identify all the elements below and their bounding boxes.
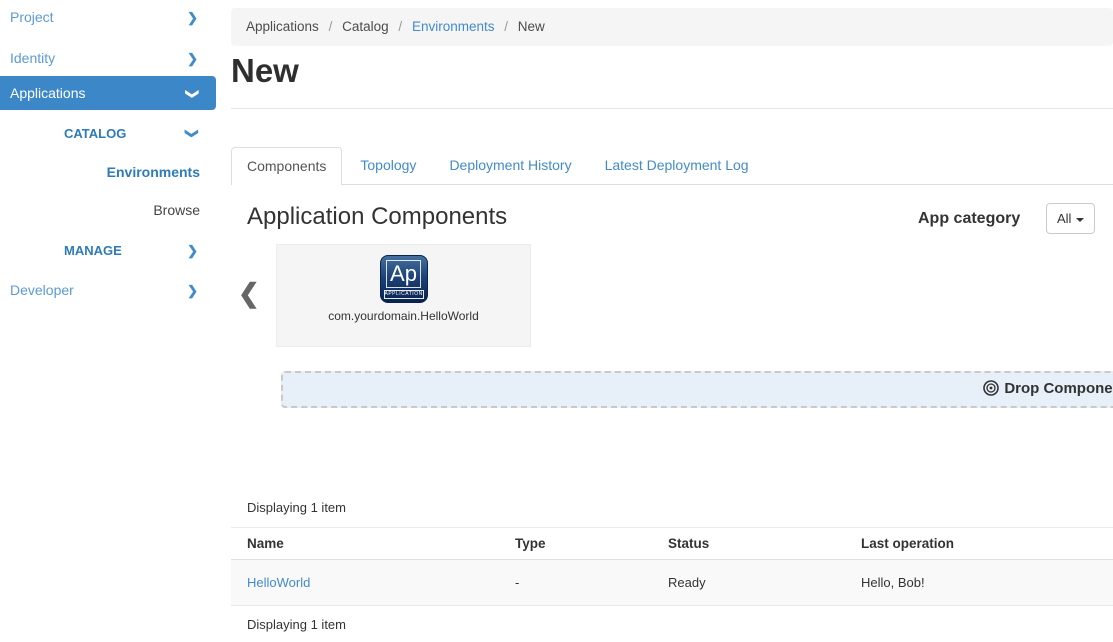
sidebar-item-label: Environments: [107, 164, 200, 180]
sidebar-item-label: MANAGE: [64, 243, 122, 258]
sidebar-item-environments[interactable]: Environments: [0, 157, 216, 188]
chevron-right-icon: ❯: [187, 2, 198, 33]
tab-topology[interactable]: Topology: [345, 147, 431, 184]
cell-status: Ready: [652, 560, 845, 606]
breadcrumb-separator: /: [398, 19, 402, 34]
sidebar-item-label: CATALOG: [64, 126, 126, 141]
chevron-right-icon: ❯: [187, 235, 198, 266]
app-category-value: All: [1057, 211, 1071, 226]
sidebar-item-label: Project: [10, 9, 54, 25]
chevron-right-icon: ❯: [187, 43, 198, 74]
application-icon-text: Ap: [386, 260, 421, 288]
chevron-down-icon: ❯: [187, 77, 198, 111]
cell-name-link[interactable]: HelloWorld: [231, 560, 499, 606]
components-table: Name Type Status Last operation HelloWor…: [231, 527, 1113, 606]
breadcrumb-item-environments[interactable]: Environments: [412, 19, 495, 34]
breadcrumb-item-catalog: Catalog: [342, 19, 389, 34]
sidebar-item-identity[interactable]: Identity ❯: [0, 43, 216, 74]
table-header-row: Name Type Status Last operation: [231, 528, 1113, 560]
drop-zone-label: Drop Components Here: [1004, 380, 1113, 397]
cell-type: -: [499, 560, 652, 606]
sidebar-item-manage[interactable]: MANAGE ❯: [0, 235, 216, 266]
drop-components-zone[interactable]: Drop Components Here: [281, 371, 1113, 408]
breadcrumb-item-applications: Applications: [246, 19, 319, 34]
page-title: New: [231, 52, 299, 90]
cell-last-operation: Hello, Bob!: [845, 560, 1113, 606]
sidebar-item-developer[interactable]: Developer ❯: [0, 275, 216, 306]
bullseye-icon: [983, 380, 999, 396]
main-content: Applications / Catalog / Environments / …: [231, 0, 1113, 642]
sidebar: Project ❯ Identity ❯ Applications ❯ CATA…: [0, 0, 216, 642]
tab-components[interactable]: Components: [231, 147, 342, 185]
caret-down-icon: [1076, 218, 1084, 222]
breadcrumb-separator: /: [329, 19, 333, 34]
column-header-last-operation: Last operation: [845, 528, 1113, 560]
breadcrumb-item-new: New: [518, 19, 545, 34]
tab-deployment-history[interactable]: Deployment History: [434, 147, 586, 184]
tab-latest-deployment-log[interactable]: Latest Deployment Log: [590, 147, 764, 184]
chevron-right-icon: ❯: [187, 275, 198, 306]
app-category-label: App category: [918, 210, 1020, 228]
section-heading: Application Components: [247, 203, 507, 231]
breadcrumb-separator: /: [504, 19, 508, 34]
table-row: HelloWorld - Ready Hello, Bob!: [231, 560, 1113, 606]
column-header-status: Status: [652, 528, 845, 560]
carousel-prev-button[interactable]: ❮: [238, 278, 260, 309]
column-header-type: Type: [499, 528, 652, 560]
column-header-name: Name: [231, 528, 499, 560]
sidebar-item-project[interactable]: Project ❯: [0, 2, 216, 33]
title-divider: [231, 108, 1113, 109]
sidebar-item-label: Developer: [10, 282, 74, 298]
application-icon-subtext: APPLICATION: [384, 290, 424, 299]
sidebar-item-browse[interactable]: Browse: [0, 195, 216, 226]
sidebar-item-label: Applications: [10, 85, 86, 101]
component-card[interactable]: Ap APPLICATION com.yourdomain.HelloWorld: [276, 244, 531, 347]
sidebar-item-applications[interactable]: Applications ❯: [0, 76, 216, 110]
tab-bar: Components Topology Deployment History L…: [231, 147, 1113, 185]
sidebar-item-catalog[interactable]: CATALOG ❯: [0, 118, 216, 149]
component-card-label: com.yourdomain.HelloWorld: [277, 309, 530, 323]
sidebar-item-label: Browse: [153, 202, 200, 218]
application-icon: Ap APPLICATION: [380, 255, 428, 303]
chevron-down-icon: ❯: [187, 118, 198, 149]
table-count-bottom: Displaying 1 item: [247, 617, 346, 632]
app-category-dropdown[interactable]: All: [1046, 203, 1095, 234]
sidebar-item-label: Identity: [10, 50, 55, 66]
table-count-top: Displaying 1 item: [247, 500, 346, 515]
breadcrumb: Applications / Catalog / Environments / …: [231, 8, 1113, 46]
